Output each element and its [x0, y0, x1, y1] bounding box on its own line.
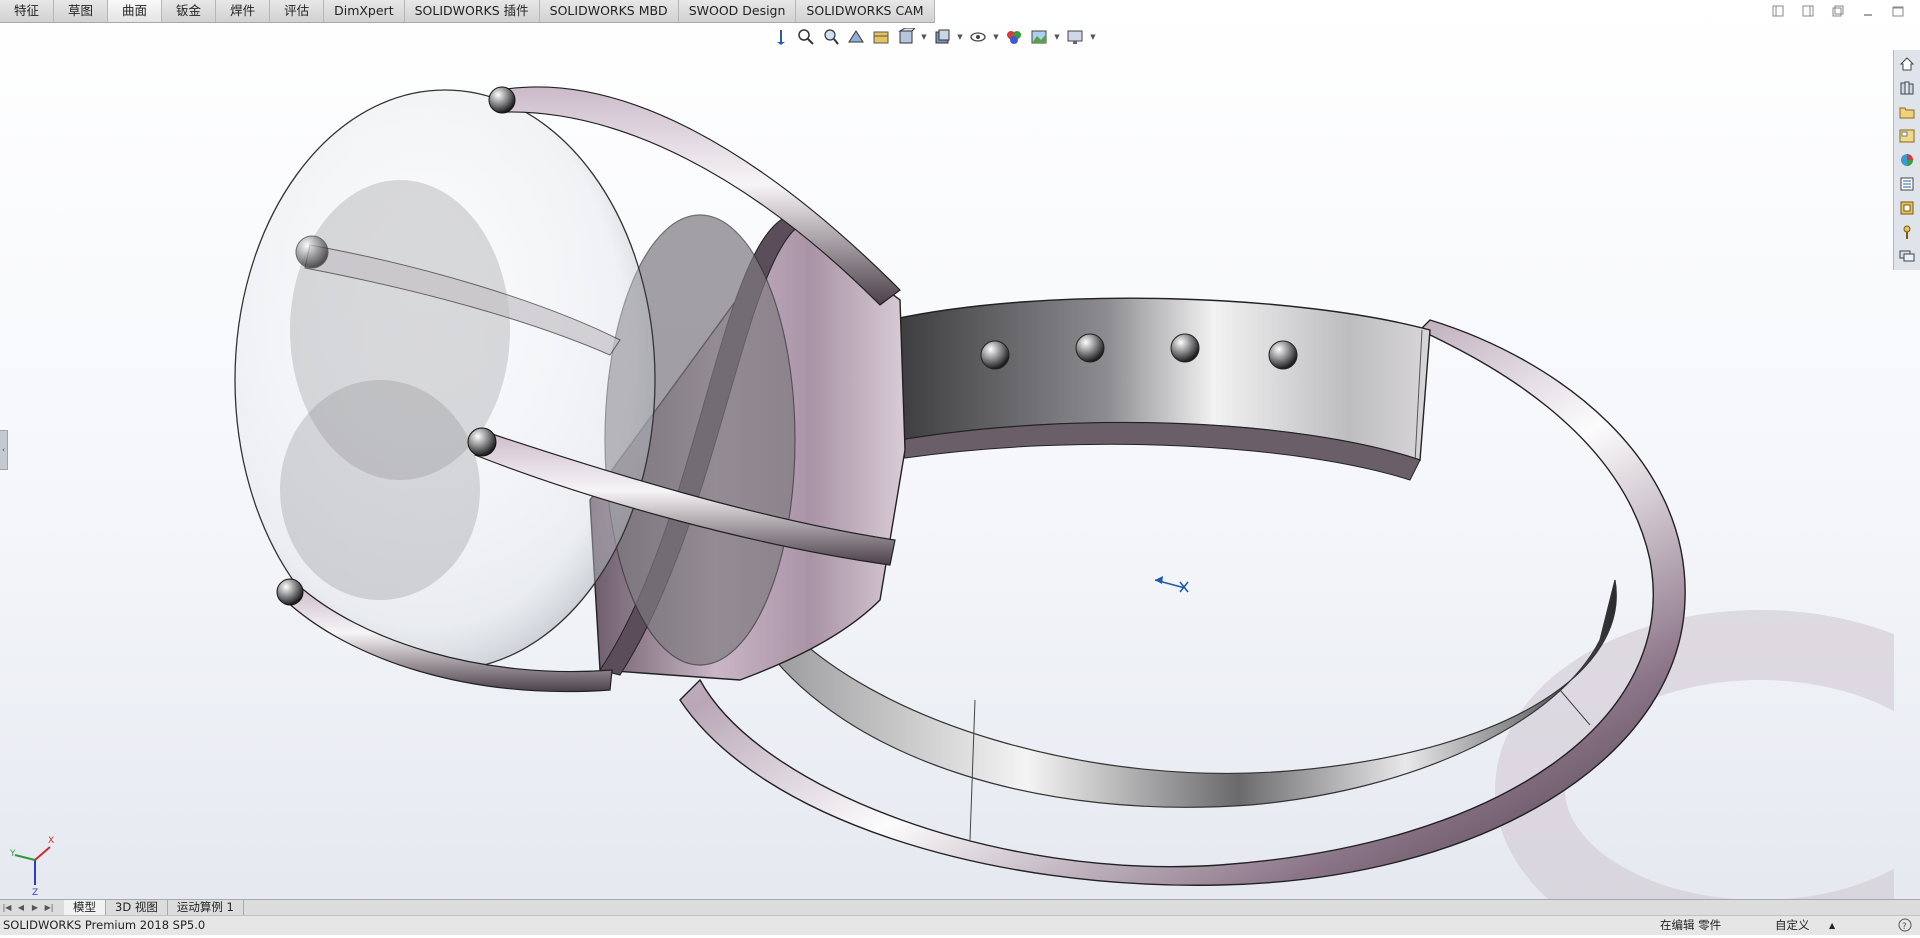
- model-view-tabs: |◀ ◀ ▶ ▶| 模型 3D 视图 运动算例 1: [0, 899, 1920, 915]
- unit-system-caret[interactable]: ▲: [1829, 916, 1835, 935]
- previous-view-icon[interactable]: [820, 26, 842, 48]
- task-pane: [1893, 50, 1920, 270]
- view-settings-caret[interactable]: ▼: [1089, 33, 1097, 41]
- apply-scene-icon[interactable]: [1028, 26, 1050, 48]
- zoom-to-area-icon[interactable]: [795, 26, 817, 48]
- apply-scene-caret[interactable]: ▼: [1053, 33, 1061, 41]
- tile-right-icon[interactable]: [1800, 4, 1816, 18]
- view-settings-icon[interactable]: [1064, 26, 1086, 48]
- zoom-to-fit-icon[interactable]: [770, 26, 792, 48]
- tab-9[interactable]: SWOOD Design: [678, 0, 797, 22]
- last-tab-arrow[interactable]: ▶|: [42, 901, 56, 914]
- tab-motion-study-1[interactable]: 运动算例 1: [168, 900, 244, 915]
- tile-left-icon[interactable]: [1770, 4, 1786, 18]
- triad-y-label: Y: [9, 849, 16, 859]
- 3dexperience-icon[interactable]: [1897, 222, 1917, 242]
- triad-x-label: X: [48, 836, 54, 846]
- hide-show-caret[interactable]: ▼: [992, 33, 1000, 41]
- tab-10[interactable]: SOLIDWORKS CAM: [796, 0, 935, 22]
- origin-marker: [1154, 576, 1189, 593]
- edit-appearance-icon[interactable]: [1003, 26, 1025, 48]
- view-orientation-icon[interactable]: [895, 26, 917, 48]
- dynamic-annotation-icon[interactable]: [870, 26, 892, 48]
- heads-up-view-toolbar: ▼ ▼ ▼ ▼ ▼: [770, 26, 1097, 48]
- edit-mode-status: 在编辑 零件: [1660, 918, 1722, 932]
- display-style-caret[interactable]: ▼: [956, 33, 964, 41]
- tab-0[interactable]: 特征: [0, 0, 55, 22]
- maximize-icon[interactable]: [1890, 4, 1906, 18]
- tab-2[interactable]: 曲面: [108, 0, 163, 22]
- status-bar: SOLIDWORKS Premium 2018 SP5.0 在编辑 零件 自定义…: [0, 915, 1920, 935]
- svg-text:?: ?: [1902, 922, 1907, 932]
- hide-show-items-icon[interactable]: [967, 26, 989, 48]
- minimize-icon[interactable]: [1860, 4, 1876, 18]
- quick-tips-icon[interactable]: ?: [1898, 918, 1912, 938]
- tab-5[interactable]: 评估: [270, 0, 325, 22]
- ring-model[interactable]: Y X Z: [0, 50, 1920, 938]
- restore-icon[interactable]: [1830, 4, 1846, 18]
- prev-tab-arrow[interactable]: ◀: [14, 901, 28, 914]
- comments-icon[interactable]: [1897, 246, 1917, 266]
- tab-1[interactable]: 草图: [54, 0, 109, 22]
- display-style-icon[interactable]: [931, 26, 953, 48]
- graphics-area[interactable]: Y X Z: [0, 50, 1920, 938]
- first-tab-arrow[interactable]: |◀: [0, 901, 14, 914]
- tab-3[interactable]: 钣金: [162, 0, 217, 22]
- design-library-icon[interactable]: [1897, 78, 1917, 98]
- tab-7[interactable]: SOLIDWORKS 插件: [404, 0, 540, 22]
- tab-8[interactable]: SOLIDWORKS MBD: [539, 0, 679, 22]
- window-controls: [1770, 4, 1906, 18]
- tab-4[interactable]: 焊件: [216, 0, 271, 22]
- custom-properties-icon[interactable]: [1897, 174, 1917, 194]
- tab-3d-views[interactable]: 3D 视图: [106, 900, 168, 915]
- tab-6[interactable]: DimXpert: [324, 0, 405, 22]
- solidworks-forum-icon[interactable]: [1897, 198, 1917, 218]
- triad-z-label: Z: [32, 888, 38, 898]
- view-triad: Y X Z: [9, 836, 54, 898]
- view-palette-icon[interactable]: [1897, 126, 1917, 146]
- file-explorer-icon[interactable]: [1897, 102, 1917, 122]
- appearances-scenes-icon[interactable]: [1897, 150, 1917, 170]
- product-version: SOLIDWORKS Premium 2018 SP5.0: [3, 918, 206, 932]
- unit-system-selector[interactable]: 自定义: [1775, 916, 1810, 935]
- section-view-icon[interactable]: [845, 26, 867, 48]
- tab-model[interactable]: 模型: [64, 900, 106, 915]
- feature-manager-collapse-handle[interactable]: ‹: [0, 430, 8, 470]
- command-manager-tabs: 特征 草图 曲面 钣金 焊件 评估 DimXpert SOLIDWORKS 插件 SOLIDWO…: [0, 0, 935, 23]
- solidworks-resources-icon[interactable]: [1897, 54, 1917, 74]
- view-orientation-caret[interactable]: ▼: [920, 33, 928, 41]
- next-tab-arrow[interactable]: ▶: [28, 901, 42, 914]
